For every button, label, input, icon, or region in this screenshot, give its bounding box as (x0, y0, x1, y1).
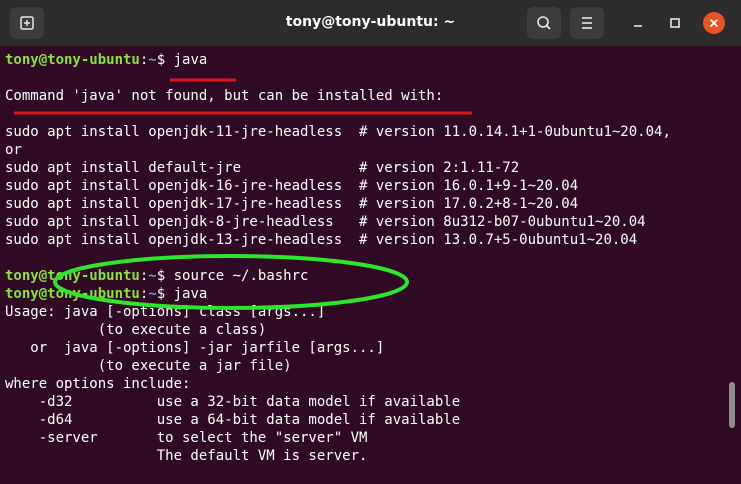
maximize-button[interactable] (664, 12, 686, 34)
output-line: -d64 use a 64-bit data model if availabl… (5, 412, 461, 428)
output-line: The default VM is server. (5, 448, 368, 464)
scrollbar-thumb[interactable] (729, 382, 735, 428)
output-line: sudo apt install openjdk-13-jre-headless… (5, 232, 638, 248)
prompt-user: tony@tony-ubuntu (5, 268, 140, 284)
prompt-user: tony@tony-ubuntu (5, 286, 140, 302)
output-line: (to execute a jar file) (5, 358, 292, 374)
output-line: -server to select the "server" VM (5, 430, 368, 446)
output-line: or java [-options] -jar jarfile [args...… (5, 340, 385, 356)
prompt-line: tony@tony-ubuntu:~$ java (5, 52, 208, 68)
close-button[interactable] (703, 12, 725, 34)
command-text: source ~/.bashrc (165, 268, 309, 284)
output-line: sudo apt install openjdk-16-jre-headless… (5, 178, 579, 194)
menu-button[interactable] (570, 7, 604, 39)
prompt-user: tony@tony-ubuntu (5, 52, 140, 68)
output-line: (to execute a class) (5, 322, 267, 338)
hamburger-menu-icon (582, 17, 592, 29)
output-line: -d32 use a 32-bit data model if availabl… (5, 394, 461, 410)
output-line: sudo apt install default-jre # version 2… (5, 160, 520, 176)
prompt-path: ~ (148, 268, 157, 284)
prompt-line: tony@tony-ubuntu:~$ java (5, 286, 208, 302)
search-icon (537, 16, 551, 30)
output-line: or (5, 142, 22, 158)
output-line: where options include: (5, 376, 191, 392)
maximize-icon (670, 18, 680, 28)
search-button[interactable] (527, 7, 561, 39)
output-line: Command 'java' not found, but can be ins… (5, 88, 444, 104)
output-line: sudo apt install openjdk-11-jre-headless… (5, 124, 671, 140)
close-icon (709, 18, 719, 28)
title-bar: tony@tony-ubuntu: ~ (0, 0, 741, 46)
prompt-path: ~ (148, 52, 157, 68)
command-text: java (165, 286, 208, 302)
minimize-icon (634, 25, 642, 27)
prompt-path: ~ (148, 286, 157, 302)
output-line: sudo apt install openjdk-17-jre-headless… (5, 196, 579, 212)
command-text: java (165, 52, 208, 68)
prompt-line: tony@tony-ubuntu:~$ source ~/.bashrc (5, 268, 309, 284)
minimize-button[interactable] (627, 12, 649, 34)
terminal-output[interactable]: tony@tony-ubuntu:~$ java Command 'java' … (0, 46, 741, 484)
output-line: Usage: java [-options] class [args...] (5, 304, 326, 320)
output-line: sudo apt install openjdk-8-jre-headless … (5, 214, 646, 230)
